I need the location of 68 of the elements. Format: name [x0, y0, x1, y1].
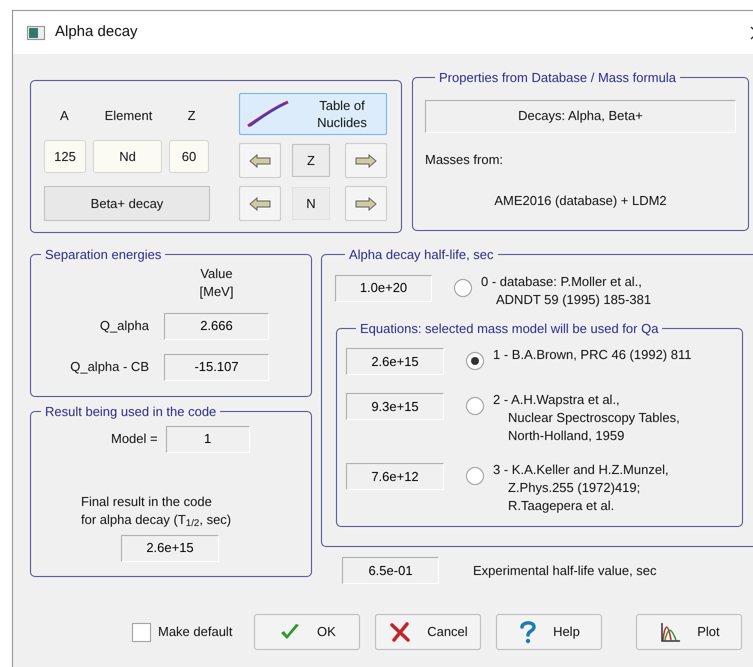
- reference-text: R.Taagepera et al.: [507, 497, 616, 515]
- window-icon: [27, 26, 45, 40]
- reference-text: Nuclear Spectroscopy Tables,: [507, 409, 680, 427]
- energy-value: -15.107: [164, 354, 269, 380]
- value-field: 2.6e+15: [346, 348, 444, 375]
- group-title: Equations: selected mass model will be used for Qa: [359, 320, 660, 338]
- energy-value: 2.666: [164, 312, 269, 340]
- group-title: Result being used in the code: [44, 403, 218, 421]
- column-label: Element: [104, 107, 154, 126]
- right-arrow-icon: [355, 154, 377, 168]
- reference-text: ADNDT 59 (1995) 185-381: [495, 290, 652, 308]
- radio-button[interactable]: [466, 467, 484, 485]
- group-title: Properties from Database / Mass formula: [438, 69, 677, 87]
- arrow-button[interactable]: [345, 143, 387, 178]
- final-result-text: for alpha decay (T$_{1/2}$, sec): [81, 510, 232, 528]
- reference-text: North-Holland, 1959: [507, 427, 626, 445]
- arrow-button[interactable]: [345, 186, 387, 221]
- experimental-value: 6.5e-01: [342, 557, 439, 584]
- column-label: A: [59, 107, 70, 126]
- energy-label: Q_alpha: [98, 317, 149, 336]
- final-value: 2.6e+15: [121, 534, 219, 562]
- reference-text: 0 - database: P.Moller et al.,: [481, 272, 643, 290]
- reference-text: Z.Phys.255 (1972)419;: [507, 479, 642, 497]
- nuclide-input[interactable]: 60: [169, 140, 209, 173]
- dialog-button[interactable]: Help: [496, 614, 602, 650]
- nuclide-input[interactable]: Nd: [93, 140, 162, 173]
- checkbox[interactable]: [132, 622, 151, 642]
- arrow-button[interactable]: [239, 186, 281, 221]
- energy-label: Q_alpha - CB: [69, 358, 149, 376]
- final-result-text: Final result in the code: [81, 492, 212, 510]
- table-of-nuclides-button[interactable]: Table of Nuclides: [239, 93, 387, 135]
- arrow-button[interactable]: [239, 143, 281, 178]
- column-label: Z: [186, 107, 197, 126]
- group-title: Separation energies: [44, 246, 162, 264]
- model-label: Model =: [111, 430, 158, 448]
- column-header: Value: [200, 264, 233, 282]
- decay-mode-button[interactable]: Beta+ decay: [44, 186, 210, 221]
- radio-button[interactable]: [466, 397, 484, 415]
- brush-stroke-icon: [246, 100, 290, 128]
- masses-label: Masses from:: [425, 150, 504, 168]
- reference-text: 3 - K.A.Keller and H.Z.Munzel,: [493, 461, 669, 479]
- checkbox-label: Make default: [158, 623, 232, 642]
- masses-value: AME2016 (database) + LDM2: [494, 192, 667, 210]
- reference-text: 1 - B.A.Brown, PRC 46 (1992) 811: [493, 346, 692, 364]
- cross-icon: [389, 622, 412, 642]
- dialog-button[interactable]: Plot: [636, 614, 742, 650]
- nuclide-input[interactable]: 125: [44, 140, 86, 173]
- dialog-button[interactable]: OK: [254, 614, 360, 650]
- radio-button[interactable]: [454, 278, 472, 296]
- n-label: N: [292, 187, 330, 220]
- radio-button[interactable]: [466, 352, 484, 370]
- value-field: 7.6e+12: [346, 463, 444, 490]
- experimental-label: Experimental half-life value, sec: [473, 562, 657, 580]
- dialog-button[interactable]: Cancel: [375, 614, 482, 650]
- value-field: 1.0e+20: [335, 274, 432, 302]
- z-label: Z: [292, 144, 330, 177]
- left-arrow-icon: [249, 154, 271, 168]
- window-title: Alpha decay: [55, 22, 138, 42]
- right-arrow-icon: [355, 196, 377, 210]
- group-title: Alpha decay half-life, sec: [348, 246, 495, 264]
- model-value: 1: [166, 426, 250, 452]
- chart-icon: [659, 621, 682, 643]
- reference-text: 2 - A.H.Wapstra et al.,: [493, 391, 621, 409]
- question-mark-icon: [519, 620, 538, 644]
- decays-field: Decays: Alpha, Beta+: [425, 100, 736, 132]
- column-header: [MeV]: [200, 282, 234, 300]
- left-arrow-icon: [249, 196, 271, 210]
- value-field: 9.3e+15: [346, 393, 444, 420]
